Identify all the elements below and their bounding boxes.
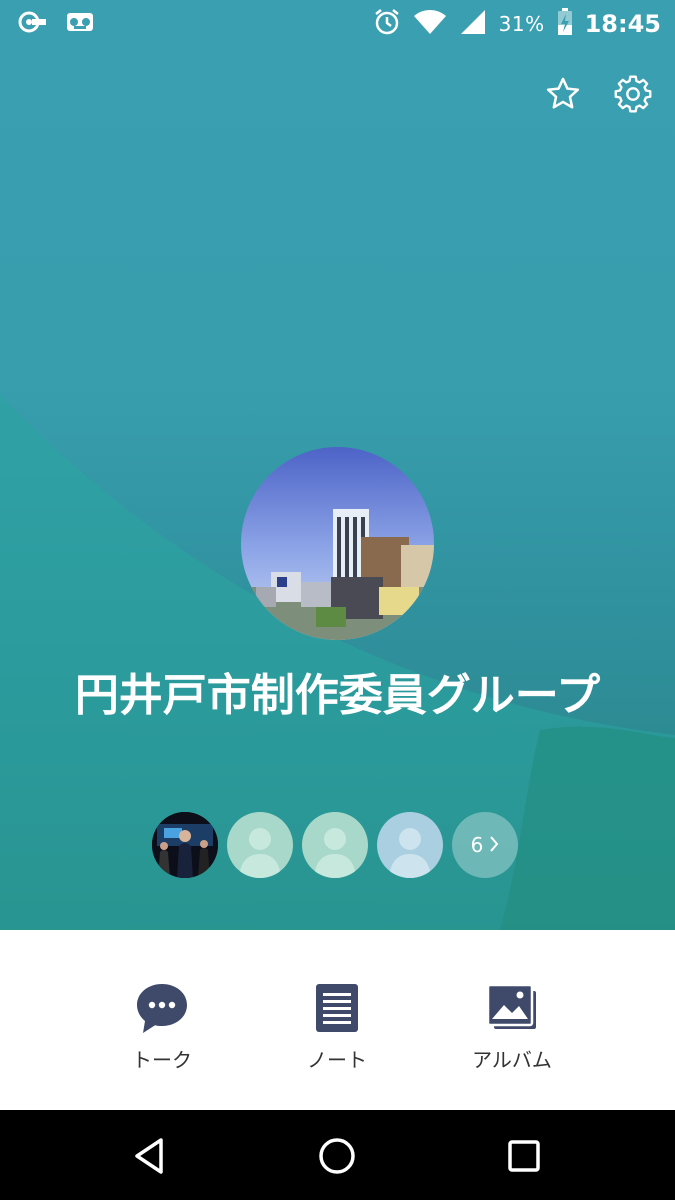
tab-talk[interactable]: トーク — [82, 980, 242, 1073]
tab-label: アルバム — [472, 1048, 552, 1072]
chat-bubble-icon — [82, 980, 242, 1036]
more-members-count: 6 — [470, 833, 484, 857]
android-navigation-bar — [0, 1110, 675, 1200]
settings-gear-icon[interactable] — [613, 74, 653, 114]
note-icon — [257, 980, 417, 1036]
wifi-icon — [413, 8, 447, 40]
status-bar: 31% 18:45 — [0, 0, 675, 48]
home-icon[interactable] — [313, 1132, 361, 1180]
voicemail-icon — [66, 11, 94, 37]
member-avatar-photo[interactable] — [152, 812, 218, 878]
group-menu: トーク ノート アルバム — [0, 930, 675, 1110]
tab-album[interactable]: アルバム — [432, 980, 592, 1073]
chevron-right-icon — [489, 833, 499, 857]
group-title: 円井戸市制作委員グループ — [74, 670, 601, 721]
member-avatar-placeholder[interactable] — [302, 812, 368, 878]
more-members-button[interactable]: 6 — [452, 812, 518, 878]
cell-signal-icon — [459, 8, 487, 40]
tab-label: トーク — [132, 1048, 192, 1072]
clock: 18:45 — [584, 10, 661, 38]
album-icon — [432, 980, 592, 1036]
group-profile-image[interactable] — [241, 447, 434, 640]
line-notification-icon — [18, 10, 48, 38]
battery-charging-icon — [557, 8, 573, 40]
tab-note[interactable]: ノート — [257, 980, 417, 1073]
group-header: 31% 18:45 円井戸市制作委員グループ 6 — [0, 0, 675, 930]
member-list[interactable]: 6 — [152, 812, 518, 878]
battery-percentage: 31% — [498, 12, 545, 36]
favorite-star-icon[interactable] — [543, 74, 583, 114]
tab-label: ノート — [307, 1048, 367, 1072]
member-avatar-placeholder[interactable] — [377, 812, 443, 878]
member-avatar-placeholder[interactable] — [227, 812, 293, 878]
recent-apps-icon[interactable] — [500, 1132, 548, 1180]
back-icon[interactable] — [127, 1132, 175, 1180]
alarm-icon — [373, 8, 401, 40]
